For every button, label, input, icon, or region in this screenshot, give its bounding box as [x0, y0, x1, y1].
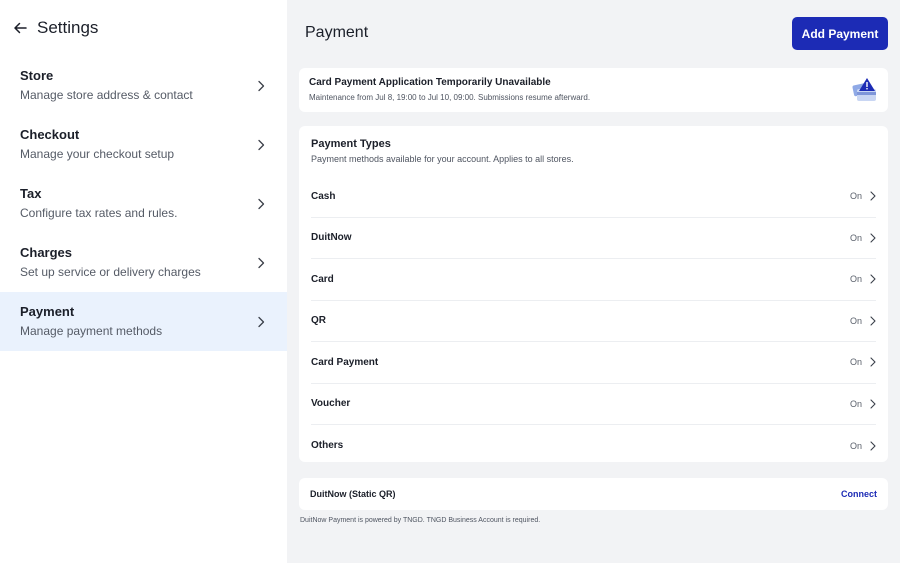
- payment-type-row-qr[interactable]: QR On: [311, 301, 876, 342]
- payment-types-list: Cash On DuitNow On Card On QR On Card Pa…: [299, 176, 888, 467]
- payment-types-desc: Payment methods available for your accou…: [311, 154, 574, 164]
- back-arrow-icon[interactable]: [12, 20, 28, 36]
- sidebar-item-desc: Manage your checkout setup: [20, 147, 175, 161]
- sidebar-item-tax[interactable]: Tax Configure tax rates and rules.: [0, 174, 287, 233]
- payment-type-status: On: [849, 440, 862, 451]
- chevron-right-icon: [258, 139, 265, 150]
- payment-type-status-group: On: [850, 357, 876, 367]
- payment-type-label: QR: [311, 315, 326, 327]
- payment-type-row-voucher[interactable]: Voucher On: [311, 384, 876, 425]
- sidebar-item-payment[interactable]: Payment Manage payment methods: [0, 292, 287, 351]
- chevron-right-icon: [870, 399, 876, 409]
- chevron-right-icon: [870, 357, 876, 367]
- chevron-right-icon: [258, 316, 265, 327]
- sidebar-item-title: Tax: [20, 186, 42, 201]
- sidebar-item-desc: Set up service or delivery charges: [20, 265, 201, 279]
- chevron-right-icon: [870, 316, 876, 326]
- chevron-right-icon: [870, 191, 876, 201]
- payment-type-label: Others: [311, 440, 344, 452]
- sidebar-item-desc: Configure tax rates and rules.: [20, 206, 178, 220]
- sidebar-item-desc: Manage store address & contact: [20, 88, 193, 102]
- page-title: Payment: [305, 24, 369, 41]
- sidebar-item-title: Checkout: [20, 127, 80, 142]
- card-warning-icon: [852, 78, 876, 101]
- chevron-right-icon: [870, 233, 876, 243]
- chevron-right-icon: [258, 257, 265, 268]
- payment-type-row-others[interactable]: Others On: [311, 425, 876, 467]
- payment-type-label: Voucher: [311, 398, 351, 410]
- chevron-right-icon: [870, 441, 876, 451]
- payment-type-row-card-payment[interactable]: Card Payment On: [311, 342, 876, 384]
- main-panel: Payment Add Payment Card Payment Applica…: [287, 0, 900, 563]
- sidebar-item-title: Charges: [20, 245, 73, 260]
- sidebar-item-desc: Manage payment methods: [20, 324, 163, 338]
- payment-type-status: On: [849, 191, 862, 202]
- payment-type-status-group: On: [850, 399, 876, 409]
- payment-type-label: Card Payment: [311, 356, 379, 368]
- payment-type-status-group: On: [850, 191, 876, 201]
- settings-sidebar: Settings Store Manage store address & co…: [0, 0, 287, 563]
- payment-type-status: On: [849, 274, 862, 285]
- maintenance-notice: Card Payment Application Temporarily Una…: [299, 68, 888, 112]
- payment-type-status: On: [849, 357, 862, 368]
- notice-title: Card Payment Application Temporarily Una…: [309, 77, 551, 88]
- sidebar-header: Settings: [0, 0, 287, 56]
- sidebar-item-title: Store: [20, 68, 54, 83]
- payment-type-status-group: On: [850, 441, 876, 451]
- connect-link[interactable]: Connect: [841, 489, 877, 499]
- payment-type-row-card[interactable]: Card On: [311, 259, 876, 301]
- payment-types-card: Payment Types Payment methods available …: [299, 126, 888, 462]
- payment-type-label: DuitNow: [311, 232, 352, 244]
- sidebar-item-store[interactable]: Store Manage store address & contact: [0, 56, 287, 115]
- payment-types-title: Payment Types: [311, 138, 391, 150]
- chevron-right-icon: [258, 198, 265, 209]
- chevron-right-icon: [258, 80, 265, 91]
- payment-type-status-group: On: [850, 274, 876, 284]
- add-payment-button[interactable]: Add Payment: [792, 17, 888, 50]
- sidebar-item-checkout[interactable]: Checkout Manage your checkout setup: [0, 115, 287, 174]
- payment-type-label: Card: [311, 273, 334, 285]
- payment-type-row-duitnow[interactable]: DuitNow On: [311, 218, 876, 259]
- sidebar-item-charges[interactable]: Charges Set up service or delivery charg…: [0, 233, 287, 292]
- sidebar-item-title: Payment: [20, 304, 75, 319]
- payment-type-status: On: [849, 232, 862, 243]
- payment-type-status: On: [849, 398, 862, 409]
- payment-type-status: On: [849, 315, 862, 326]
- payment-type-status-group: On: [850, 233, 876, 243]
- sidebar-title: Settings: [37, 18, 99, 37]
- payment-type-row-cash[interactable]: Cash On: [311, 176, 876, 218]
- payment-types-header: Payment Types Payment methods available …: [299, 126, 888, 176]
- payment-type-label: Cash: [311, 190, 336, 202]
- notice-text: Maintenance from Jul 8, 19:00 to Jul 10,…: [309, 93, 591, 102]
- duitnow-static-qr-label: DuitNow (Static QR): [310, 489, 396, 499]
- payment-type-status-group: On: [850, 316, 876, 326]
- duitnow-footnote: DuitNow Payment is powered by TNGD. TNGD…: [300, 517, 541, 524]
- chevron-right-icon: [870, 274, 876, 284]
- duitnow-static-qr-card: DuitNow (Static QR) Connect: [299, 478, 888, 510]
